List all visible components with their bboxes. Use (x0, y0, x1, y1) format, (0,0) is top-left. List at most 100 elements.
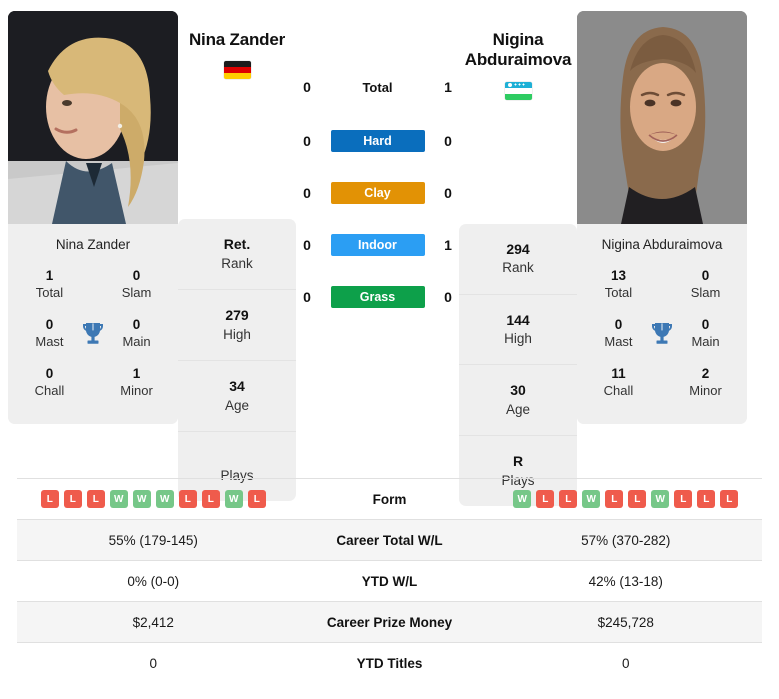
row-label-career-prize-money: Career Prize Money (326, 614, 453, 630)
right-player-header: Nigina Abduraimova (459, 8, 577, 100)
right-titles-row-2: 0 Mast 0 Main (581, 312, 743, 361)
flag-uz-icon (504, 81, 532, 100)
comparison-top-section: Nina Zander 1 Total 0 Slam 0 Mast 0 Main… (0, 0, 779, 507)
right-titles-total: 13 Total (604, 268, 633, 301)
h2h-grass-left: 0 (303, 289, 311, 305)
left-titles-main: 0 Main (122, 317, 151, 350)
form-badge-l: L (536, 490, 555, 508)
left-titles-grid: 1 Total 0 Slam 0 Mast 0 Main 0 Chall 1 M… (8, 263, 178, 425)
h2h-clay-left: 0 (303, 185, 311, 201)
form-badge-l: L (63, 490, 82, 508)
h2h-indoor-right: 1 (444, 237, 452, 253)
stats-comparison-table: LLLWWWLLWL Form WLLWLLWLLL 55% (179-145)… (17, 478, 762, 683)
h2h-clay-right: 0 (444, 185, 452, 201)
surface-chip-indoor[interactable]: Indoor (330, 234, 425, 256)
surface-chip-grass[interactable]: Grass (330, 286, 425, 308)
left-high-cell: 279 High (178, 290, 296, 362)
right-photo-caption: Nigina Abduraimova (577, 224, 747, 263)
h2h-hard-left: 0 (303, 133, 311, 149)
left-player-column: Nina Zander Ret. Rank 279 High 34 Age Pl… (178, 8, 296, 502)
table-row-ytd-titles: 0 YTD Titles 0 (17, 642, 762, 683)
form-badge-l: L (201, 490, 220, 508)
right-titles-mast: 0 Mast (604, 317, 633, 350)
right-ytd-titles: 0 (621, 655, 630, 671)
right-career-total-wl: 57% (370-282) (581, 532, 671, 548)
form-badge-l: L (697, 490, 716, 508)
h2h-grass-right: 0 (444, 289, 452, 305)
h2h-total-left: 0 (303, 79, 311, 95)
left-form-badges: LLLWWWLLWL (40, 490, 266, 508)
h2h-row-hard: 0 Hard 0 (296, 130, 459, 152)
h2h-total-right: 1 (444, 79, 452, 95)
left-rank-cell: Ret. Rank (178, 219, 296, 291)
right-player-name[interactable]: Nigina Abduraimova (459, 30, 577, 71)
right-player-column: Nigina Abduraimova 294 Rank 144 High 30 … (459, 8, 577, 507)
left-titles-mast: 0 Mast (35, 317, 64, 350)
left-form-cell: LLLWWWLLWL (17, 490, 290, 508)
form-badge-w: W (224, 490, 243, 508)
form-badge-l: L (674, 490, 693, 508)
right-titles-grid: 13 Total 0 Slam 0 Mast 0 Main 11 Chall 2… (577, 263, 747, 425)
form-badge-l: L (178, 490, 197, 508)
row-label-form: Form (372, 491, 407, 507)
form-badge-l: L (628, 490, 647, 508)
surface-chip-clay[interactable]: Clay (330, 182, 425, 204)
left-player-card[interactable]: Nina Zander 1 Total 0 Slam 0 Mast 0 Main… (8, 11, 178, 425)
form-badge-w: W (132, 490, 151, 508)
right-player-card[interactable]: Nigina Abduraimova 13 Total 0 Slam 0 Mas… (577, 11, 747, 425)
h2h-row-clay: 0 Clay 0 (296, 182, 459, 204)
form-badge-l: L (247, 490, 266, 508)
form-badge-w: W (582, 490, 601, 508)
right-titles-row-3: 11 Chall 2 Minor (581, 361, 743, 410)
h2h-total-label: Total (362, 79, 393, 95)
left-age-cell: 34 Age (178, 361, 296, 432)
right-high-cell: 144 High (459, 295, 577, 366)
h2h-row-total: 0 Total 1 (296, 74, 459, 100)
form-badge-l: L (86, 490, 105, 508)
right-titles-row-1: 13 Total 0 Slam (581, 263, 743, 312)
row-label-career-total-wl: Career Total W/L (336, 532, 443, 548)
form-badge-l: L (720, 490, 739, 508)
left-flag-container (178, 61, 296, 80)
form-badge-l: L (605, 490, 624, 508)
form-badge-w: W (513, 490, 532, 508)
right-titles-minor: 2 Minor (689, 366, 722, 399)
right-titles-slam: 0 Slam (690, 268, 721, 301)
table-row-career-total-wl: 55% (179-145) Career Total W/L 57% (370-… (17, 519, 762, 560)
row-label-ytd-titles: YTD Titles (356, 655, 423, 671)
form-badge-l: L (559, 490, 578, 508)
form-badge-l: L (40, 490, 59, 508)
table-row-form: LLLWWWLLWL Form WLLWLLWLLL (17, 478, 762, 519)
left-titles-chall: 0 Chall (34, 366, 65, 399)
h2h-row-indoor: 0 Indoor 1 (296, 234, 459, 256)
left-player-header: Nina Zander (178, 8, 296, 80)
left-titles-row-1: 1 Total 0 Slam (12, 263, 174, 312)
left-titles-row-2: 0 Mast 0 Main (12, 312, 174, 361)
row-label-ytd-wl: YTD W/L (361, 573, 418, 589)
left-player-name[interactable]: Nina Zander (178, 30, 296, 50)
right-age-cell: 30 Age (459, 365, 577, 437)
right-form-badges: WLLWLLWLLL (513, 490, 739, 508)
left-titles-minor: 1 Minor (120, 366, 153, 399)
right-titles-chall: 11 Chall (603, 366, 634, 399)
left-titles-slam: 0 Slam (121, 268, 152, 301)
surface-chip-hard[interactable]: Hard (330, 130, 425, 152)
right-rank-cell: 294 Rank (459, 224, 577, 295)
right-ytd-wl: 42% (13-18) (588, 573, 663, 589)
left-stats-stack: Ret. Rank 279 High 34 Age Plays (178, 219, 296, 502)
table-row-ytd-wl: 0% (0-0) YTD W/L 42% (13-18) (17, 560, 762, 601)
form-badge-w: W (651, 490, 670, 508)
h2h-row-grass: 0 Grass 0 (296, 286, 459, 308)
form-badge-w: W (155, 490, 174, 508)
left-career-total-wl: 55% (179-145) (108, 532, 198, 548)
h2h-hard-right: 0 (444, 133, 452, 149)
trophy-icon (77, 321, 109, 346)
h2h-indoor-left: 0 (303, 237, 311, 253)
flag-de-icon (223, 61, 251, 80)
left-photo-caption: Nina Zander (8, 224, 178, 263)
right-form-cell: WLLWLLWLLL (490, 490, 763, 508)
form-badge-w: W (109, 490, 128, 508)
head-to-head-panel: 0 Total 1 0 Hard 0 0 Clay 0 0 Indoor 1 0 (296, 8, 459, 308)
left-career-prize-money: $2,412 (132, 614, 174, 630)
right-flag-container (459, 81, 577, 100)
